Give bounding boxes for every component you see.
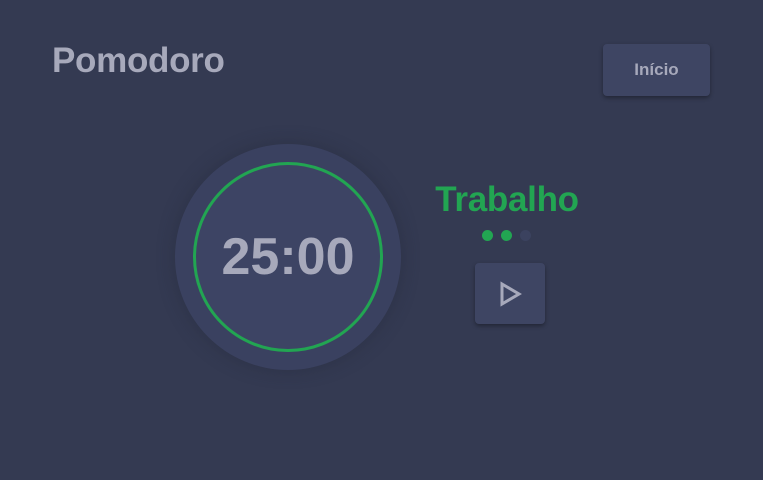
timer-progress-ring: 25:00 xyxy=(193,162,383,352)
play-button[interactable] xyxy=(475,263,545,324)
session-dot-completed xyxy=(501,230,512,241)
timer-dial: 25:00 xyxy=(175,144,401,370)
timer-display: 25:00 xyxy=(221,228,355,286)
mode-label: Trabalho xyxy=(435,180,579,219)
home-button[interactable]: Início xyxy=(603,44,710,96)
app-title: Pomodoro xyxy=(52,41,225,80)
session-dot-pending xyxy=(520,230,531,241)
session-dot-completed xyxy=(482,230,493,241)
play-icon xyxy=(497,280,523,307)
session-dots xyxy=(482,230,531,241)
